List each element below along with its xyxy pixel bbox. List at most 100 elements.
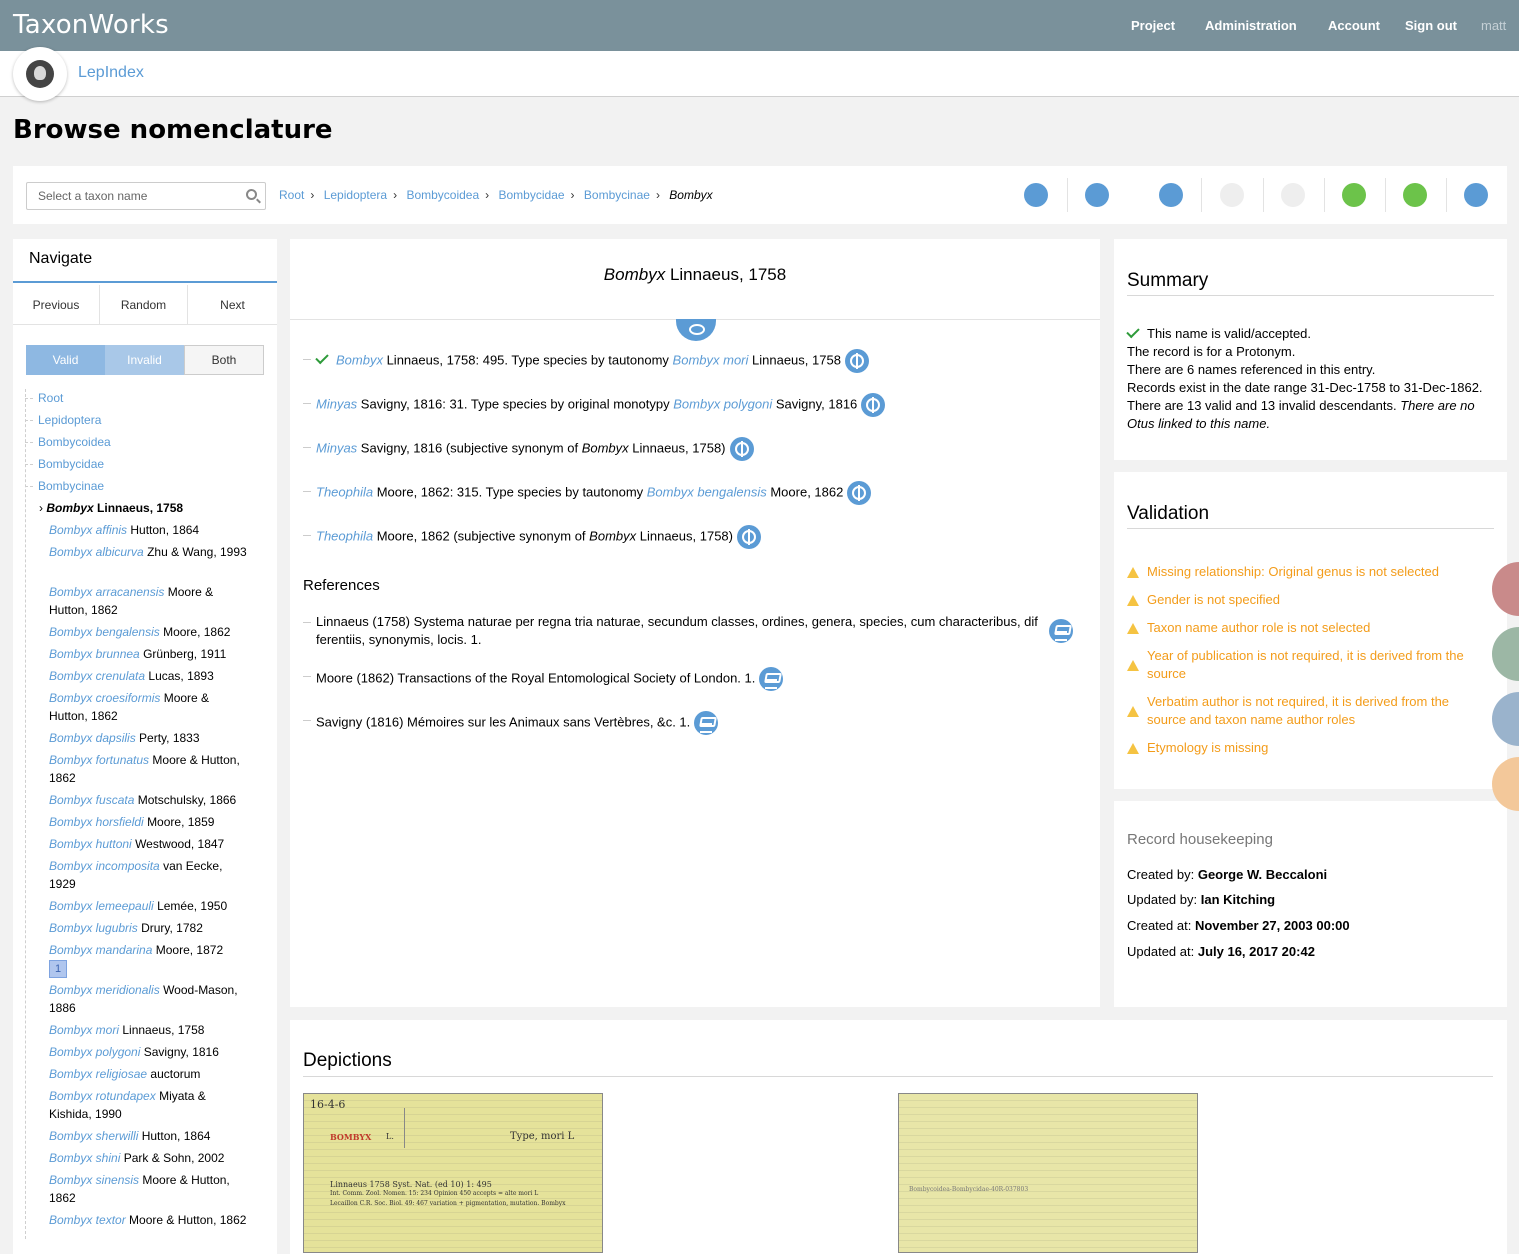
radial-annotator-icon[interactable]	[1024, 183, 1048, 207]
tree-child[interactable]: Bombyx crenulata Lucas, 1893	[49, 667, 249, 685]
brand-logo[interactable]: TaxonWorks	[13, 10, 169, 40]
tree-child[interactable]: Bombyx affinis Hutton, 1864	[49, 521, 249, 539]
next-button[interactable]: Next	[188, 285, 277, 325]
chevron-right-icon: ›	[570, 188, 575, 202]
summary-text: This name is valid/accepted. The record …	[1126, 324, 1483, 431]
nav-user[interactable]: matt	[1481, 18, 1506, 33]
nomenclature-panel: Bombyx Linnaeus, 1758 Bombyx Linnaeus, 1…	[290, 239, 1100, 1007]
radial-navigator-icon[interactable]	[729, 437, 754, 461]
radial-navigator-icon[interactable]	[861, 393, 886, 417]
tree-child[interactable]: Bombyx fuscata Motschulsky, 1866	[49, 791, 249, 809]
tree-child[interactable]: Bombyx croesiformis Moore & Hutton, 1862	[49, 689, 249, 725]
project-name[interactable]: LepIndex	[78, 64, 144, 82]
radial-navigator-icon[interactable]	[737, 525, 761, 549]
citations-icon[interactable]	[1049, 619, 1073, 643]
tree-child[interactable]: Bombyx arracanensis Moore & Hutton, 1862	[49, 583, 249, 619]
radial-navigator-icon[interactable]	[1159, 183, 1183, 207]
top-navbar: TaxonWorks Project Administration Accoun…	[0, 0, 1519, 51]
tree-item-bombycinae[interactable]: Bombycinae	[38, 477, 104, 495]
tree-child[interactable]: Bombyx fortunatus Moore & Hutton, 1862	[49, 751, 249, 787]
taxon-title: Bombyx Linnaeus, 1758	[603, 265, 787, 284]
eye-icon[interactable]	[676, 319, 716, 341]
current-taxon-name: Bombyx	[46, 501, 94, 515]
nav-sign-out[interactable]: Sign out	[1405, 18, 1457, 33]
tree-child[interactable]: Bombyx lemeepauli Lemée, 1950	[49, 897, 249, 915]
tree-item-root[interactable]: Root	[38, 389, 63, 407]
edit-icon[interactable]	[1403, 183, 1427, 207]
tree-child[interactable]: Bombyx shini Park & Sohn, 2002	[49, 1149, 249, 1167]
depiction-image[interactable]: 16-4-6 BOMBYX L. Type, mori L Linnaeus 1…	[303, 1093, 603, 1253]
breadcrumb-item[interactable]: Lepidoptera	[324, 188, 387, 202]
history-entry: Minyas Savigny, 1816 (subjective synonym…	[316, 437, 754, 461]
tree-child[interactable]: Bombyx sinensis Moore & Hutton, 1862	[49, 1171, 249, 1207]
radial-navigator-icon[interactable]	[844, 349, 869, 373]
tree-child[interactable]: Bombyx lugubris Drury, 1782	[49, 919, 249, 937]
citations-icon[interactable]	[759, 667, 784, 691]
updated-at: Updated at: July 16, 2017 20:42	[1127, 944, 1315, 959]
pin-icon[interactable]	[1342, 183, 1366, 207]
tree-child[interactable]: Bombyx polygoni Savigny, 1816	[49, 1043, 249, 1061]
breadcrumb-current: Bombyx	[669, 188, 713, 202]
history-entry: Bombyx Linnaeus, 1758: 495. Type species…	[315, 349, 869, 373]
citations-icon[interactable]	[694, 711, 719, 735]
random-button[interactable]: Random	[100, 285, 188, 325]
breadcrumb-item[interactable]: Bombycoidea	[406, 188, 479, 202]
breadcrumb-item[interactable]: Bombycinae	[584, 188, 650, 202]
validation-item: Taxon name author role is not selected	[1127, 619, 1487, 637]
tree-item-bombycoidea[interactable]: Bombycoidea	[38, 433, 111, 451]
radial-object-icon[interactable]	[1085, 183, 1109, 207]
tree-child[interactable]: Bombyx bengalensis Moore, 1862	[49, 623, 249, 641]
housekeeping-title: Record housekeeping	[1127, 831, 1273, 848]
filter-invalid-button[interactable]: Invalid	[105, 345, 184, 375]
tree-item-bombycidae[interactable]: Bombycidae	[38, 455, 104, 473]
tree-child[interactable]: Bombyx sherwilli Hutton, 1864	[49, 1127, 249, 1145]
tree-item-lepidoptera[interactable]: Lepidoptera	[38, 411, 101, 429]
validation-panel: Validation Missing relationship: Origina…	[1114, 472, 1507, 789]
validation-title: Validation	[1127, 503, 1210, 524]
warning-icon	[1127, 706, 1139, 717]
page-title: Browse nomenclature	[13, 115, 333, 145]
tree-child[interactable]: Bombyx huttoni Westwood, 1847	[49, 835, 249, 853]
tree-child[interactable]: Bombyx mandarina Moore, 1872 1	[49, 941, 249, 978]
project-logo-icon[interactable]	[13, 47, 67, 101]
warning-icon	[1127, 660, 1139, 671]
tree-child[interactable]: Bombyx horsfieldi Moore, 1859	[49, 813, 249, 831]
housekeeping-panel: Record housekeeping Created by: George W…	[1114, 801, 1507, 1007]
breadcrumb: Root › Lepidoptera › Bombycoidea › Bombycid…	[279, 188, 717, 202]
count-badge[interactable]: 1	[49, 960, 67, 978]
chevron-right-icon: ›	[39, 501, 43, 515]
validation-item: Year of publication is not required, it …	[1127, 647, 1467, 683]
tree-child[interactable]: Bombyx meridionalis Wood-Mason, 1886	[49, 981, 249, 1017]
validation-item: Missing relationship: Original genus is …	[1127, 563, 1487, 581]
previous-button[interactable]: Previous	[13, 285, 100, 325]
tree-child[interactable]: Bombyx religiosae auctorum	[49, 1065, 249, 1083]
tree-child[interactable]: Bombyx textor Moore & Hutton, 1862	[49, 1211, 249, 1229]
tree-child[interactable]: Bombyx brunnea Grünberg, 1911	[49, 645, 249, 663]
valid-check-icon	[315, 351, 329, 365]
created-by: Created by: George W. Beccaloni	[1127, 867, 1328, 882]
history-entry: Theophila Moore, 1862 (subjective synony…	[316, 525, 761, 549]
radial-navigator-icon[interactable]	[847, 481, 872, 505]
filter-valid-button[interactable]: Valid	[26, 345, 105, 375]
nav-administration[interactable]: Administration	[1205, 18, 1297, 33]
depiction-image[interactable]: Bombycoidea-Bombycidae-40R-037803	[898, 1093, 1198, 1253]
chevron-right-icon: ›	[655, 188, 660, 202]
tag-icon	[1281, 183, 1305, 207]
reference-item: Linnaeus (1758) Systema naturae per regn…	[316, 614, 1038, 647]
nav-account[interactable]: Account	[1328, 18, 1380, 33]
current-taxon-author: Linnaeus, 1758	[97, 501, 184, 515]
breadcrumb-item[interactable]: Root	[279, 188, 304, 202]
tree-child[interactable]: Bombyx rotundapex Miyata & Kishida, 1990	[49, 1087, 249, 1123]
tree-child[interactable]: Bombyx albicurva Zhu & Wang, 1993	[49, 543, 249, 561]
chevron-right-icon: ›	[310, 188, 315, 202]
tree-child[interactable]: Bombyx mori Linnaeus, 1758	[49, 1021, 249, 1039]
tree-child[interactable]: Bombyx dapsilis Perty, 1833	[49, 729, 249, 747]
summary-panel: Summary This name is valid/accepted. The…	[1114, 239, 1507, 460]
breadcrumb-item[interactable]: Bombycidae	[499, 188, 565, 202]
citations-icon[interactable]	[1464, 183, 1488, 207]
tree-child[interactable]: Bombyx incomposita van Eecke, 1929	[49, 857, 249, 893]
nav-project[interactable]: Project	[1131, 18, 1175, 33]
taxon-search-input[interactable]: Select a taxon name	[26, 182, 266, 210]
filter-both-button[interactable]: Both	[184, 345, 264, 375]
depictions-title: Depictions	[303, 1050, 392, 1071]
